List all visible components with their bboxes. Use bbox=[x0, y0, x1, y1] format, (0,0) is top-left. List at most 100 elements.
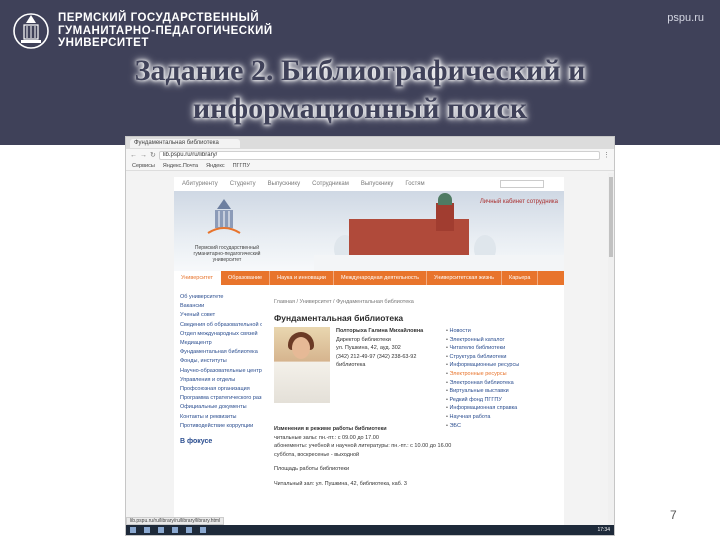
library-section-link[interactable]: Виртуальные выставки bbox=[446, 387, 556, 396]
bookmark-item[interactable]: ПГГПУ bbox=[233, 161, 250, 170]
left-nav-item[interactable]: Контакты и реквизиты bbox=[180, 413, 262, 422]
top-menu-item[interactable]: Абитуриенту bbox=[182, 177, 218, 191]
director-info-line: Полторыха Галина Михайловна bbox=[336, 328, 424, 334]
site-main-menu: Университет Образование Наука и инноваци… bbox=[174, 271, 564, 285]
left-nav-item[interactable]: Программа стратегического развития bbox=[180, 394, 262, 403]
schedule-line: суббота, воскресенье - выходной bbox=[274, 451, 360, 458]
left-nav-item[interactable]: Противодействие коррупции bbox=[180, 422, 262, 431]
left-nav-item[interactable]: Отдел международных связей bbox=[180, 330, 262, 339]
director-info-line: Директор библиотеки bbox=[336, 336, 391, 343]
schedule-line: Площадь работы библиотеки bbox=[274, 466, 350, 472]
library-section-link[interactable]: Электронные ресурсы bbox=[446, 370, 556, 379]
left-nav-item[interactable]: Ученый совет bbox=[180, 311, 262, 320]
library-section-link[interactable]: Информационные ресурсы bbox=[446, 361, 556, 370]
browser-address-bar: ← → ↻ lib.pspu.ru/ru/library/ ⋮ bbox=[126, 149, 614, 161]
university-name-line: ПЕРМСКИЙ ГОСУДАРСТВЕННЫЙ bbox=[58, 12, 260, 24]
bookmark-item[interactable]: Яндекс.Почта bbox=[163, 161, 198, 170]
library-section-link[interactable]: Структура библиотеки bbox=[446, 353, 556, 362]
taskbar: 17:34 bbox=[126, 525, 614, 535]
library-section-link[interactable]: Читателю библиотеки bbox=[446, 344, 556, 353]
left-nav-item[interactable]: Об университете bbox=[180, 293, 262, 302]
slide: ПЕРМСКИЙ ГОСУДАРСТВЕННЫЙ ГУМАНИТАРНО-ПЕД… bbox=[0, 0, 720, 540]
slide-title-line: Задание 2. Библиографический и bbox=[134, 54, 586, 87]
top-menu-item[interactable]: Гостям bbox=[405, 177, 424, 191]
library-section-link[interactable]: Редкий фонд ПГГПУ bbox=[446, 396, 556, 405]
site-url: pspu.ru bbox=[667, 12, 704, 24]
schedule-line: Изменения в режиме работы библиотеки bbox=[274, 426, 387, 432]
top-menu-item[interactable]: Студенту bbox=[230, 177, 256, 191]
left-navigation: Об университете Вакансии Ученый совет Св… bbox=[180, 293, 262, 446]
schedule-line: читальные залы: пн.-пт.: с 09.00 до 17.0… bbox=[274, 434, 379, 441]
director-info-line[interactable]: библиотека bbox=[336, 361, 436, 370]
chrome-icon[interactable] bbox=[200, 527, 206, 533]
left-nav-item[interactable]: Официальные документы bbox=[180, 403, 262, 412]
site-logo-caption: Пермский государственный гуманитарно-пед… bbox=[193, 245, 261, 263]
top-menu-item[interactable]: Выпускнику bbox=[361, 177, 393, 191]
university-logo-icon bbox=[13, 13, 49, 49]
director-info-line: (342) 212-49-97 (342) 238-63-92 bbox=[336, 353, 417, 360]
main-menu-item[interactable]: Университетская жизнь bbox=[427, 271, 503, 285]
university-name: ПЕРМСКИЙ ГОСУДАРСТВЕННЫЙ ГУМАНИТАРНО-ПЕД… bbox=[58, 12, 273, 50]
main-menu-item[interactable]: Образование bbox=[221, 271, 271, 285]
main-menu-item[interactable]: Наука и инновации bbox=[270, 271, 334, 285]
page-title: Фундаментальная библиотека bbox=[274, 313, 404, 323]
edge-icon[interactable] bbox=[172, 527, 178, 533]
library-sections-list: Новости Электронный каталог Читателю биб… bbox=[446, 327, 556, 430]
university-name-line: ГУМАНИТАРНО-ПЕДАГОГИЧЕСКИЙ bbox=[58, 24, 273, 37]
schedule-line: Читальный зал: ул. Пушкина, 42, библиоте… bbox=[274, 480, 407, 487]
browser-screenshot: Фундаментальная библиотека ← → ↻ lib.psp… bbox=[125, 136, 615, 536]
forward-icon[interactable]: → bbox=[140, 152, 147, 159]
left-nav-item[interactable]: Профсоюзная организация bbox=[180, 385, 262, 394]
building-tower-decoration bbox=[436, 203, 454, 231]
building-dome-decoration bbox=[438, 193, 452, 205]
status-url: lib.pspu.ru/ru/library/ru/library/librar… bbox=[126, 517, 225, 525]
scrollbar-thumb[interactable] bbox=[609, 177, 613, 257]
search-icon[interactable] bbox=[144, 527, 150, 533]
back-icon[interactable]: ← bbox=[130, 152, 137, 159]
taskbar-clock[interactable]: 17:34 bbox=[597, 527, 610, 533]
library-section-link[interactable]: Новости bbox=[446, 327, 556, 336]
browser-tab-bar: Фундаментальная библиотека bbox=[126, 137, 614, 149]
schedule-line: абонементы: учебной и научной литературы… bbox=[274, 443, 452, 449]
schedule-changes: Изменения в режиме работы библиотеки чит… bbox=[274, 425, 554, 488]
page-content: Об университете Вакансии Ученый совет Св… bbox=[174, 285, 564, 525]
windows-start-icon[interactable] bbox=[130, 527, 136, 533]
top-menu-item[interactable]: Сотрудникам bbox=[312, 177, 349, 191]
site-top-menu: Абитуриенту Студенту Выпускнику Сотрудни… bbox=[174, 177, 564, 191]
left-nav-item[interactable]: Научно-образовательные центры bbox=[180, 367, 262, 376]
left-nav-item[interactable]: Вакансии bbox=[180, 302, 262, 311]
page-number: 7 bbox=[670, 508, 677, 522]
director-info-line: ул. Пушкина, 42, ауд. 302 bbox=[336, 345, 401, 351]
vertical-scrollbar[interactable] bbox=[608, 173, 614, 527]
director-photo bbox=[274, 327, 330, 403]
site-search-input[interactable] bbox=[500, 180, 544, 188]
slide-title: Задание 2. Библиографический и информаци… bbox=[0, 52, 720, 128]
menu-icon[interactable]: ⋮ bbox=[603, 151, 610, 159]
folder-icon[interactable] bbox=[186, 527, 192, 533]
library-web-page: Абитуриенту Студенту Выпускнику Сотрудни… bbox=[174, 177, 564, 529]
library-section-link[interactable]: Научная работа bbox=[446, 413, 556, 422]
left-nav-item[interactable]: Фонды, институты bbox=[180, 357, 262, 366]
breadcrumb[interactable]: Главная / Университет / Фундаментальная … bbox=[274, 299, 414, 305]
main-menu-item[interactable]: Карьера bbox=[502, 271, 539, 285]
left-nav-item[interactable]: Медиацентр bbox=[180, 339, 262, 348]
library-section-link[interactable]: Информационная справка bbox=[446, 404, 556, 413]
bookmark-item[interactable]: Яндекс bbox=[206, 161, 225, 170]
left-nav-item[interactable]: Сведения об образовательной организации bbox=[180, 321, 262, 330]
left-nav-item[interactable]: Управления и отделы bbox=[180, 376, 262, 385]
main-menu-item[interactable]: Международная деятельность bbox=[334, 271, 428, 285]
library-section-link[interactable]: Электронная библиотека bbox=[446, 379, 556, 388]
address-input[interactable]: lib.pspu.ru/ru/library/ bbox=[158, 150, 600, 160]
left-nav-item[interactable]: Фундаментальная библиотека bbox=[180, 348, 262, 357]
director-photo-face bbox=[292, 337, 310, 359]
library-section-link[interactable]: Электронный каталог bbox=[446, 336, 556, 345]
reload-icon[interactable]: ↻ bbox=[150, 151, 156, 159]
top-menu-item[interactable]: Выпускнику bbox=[268, 177, 300, 191]
bookmark-item[interactable]: Сервисы bbox=[132, 161, 155, 170]
main-menu-item[interactable]: Университет bbox=[174, 271, 222, 285]
director-info: Полторыха Галина Михайловна Директор биб… bbox=[336, 327, 436, 370]
task-view-icon[interactable] bbox=[158, 527, 164, 533]
site-logo-icon bbox=[207, 199, 241, 234]
browser-tab[interactable]: Фундаментальная библиотека bbox=[130, 138, 240, 148]
personal-cabinet-link[interactable]: Личный кабинет сотрудника bbox=[480, 199, 558, 205]
